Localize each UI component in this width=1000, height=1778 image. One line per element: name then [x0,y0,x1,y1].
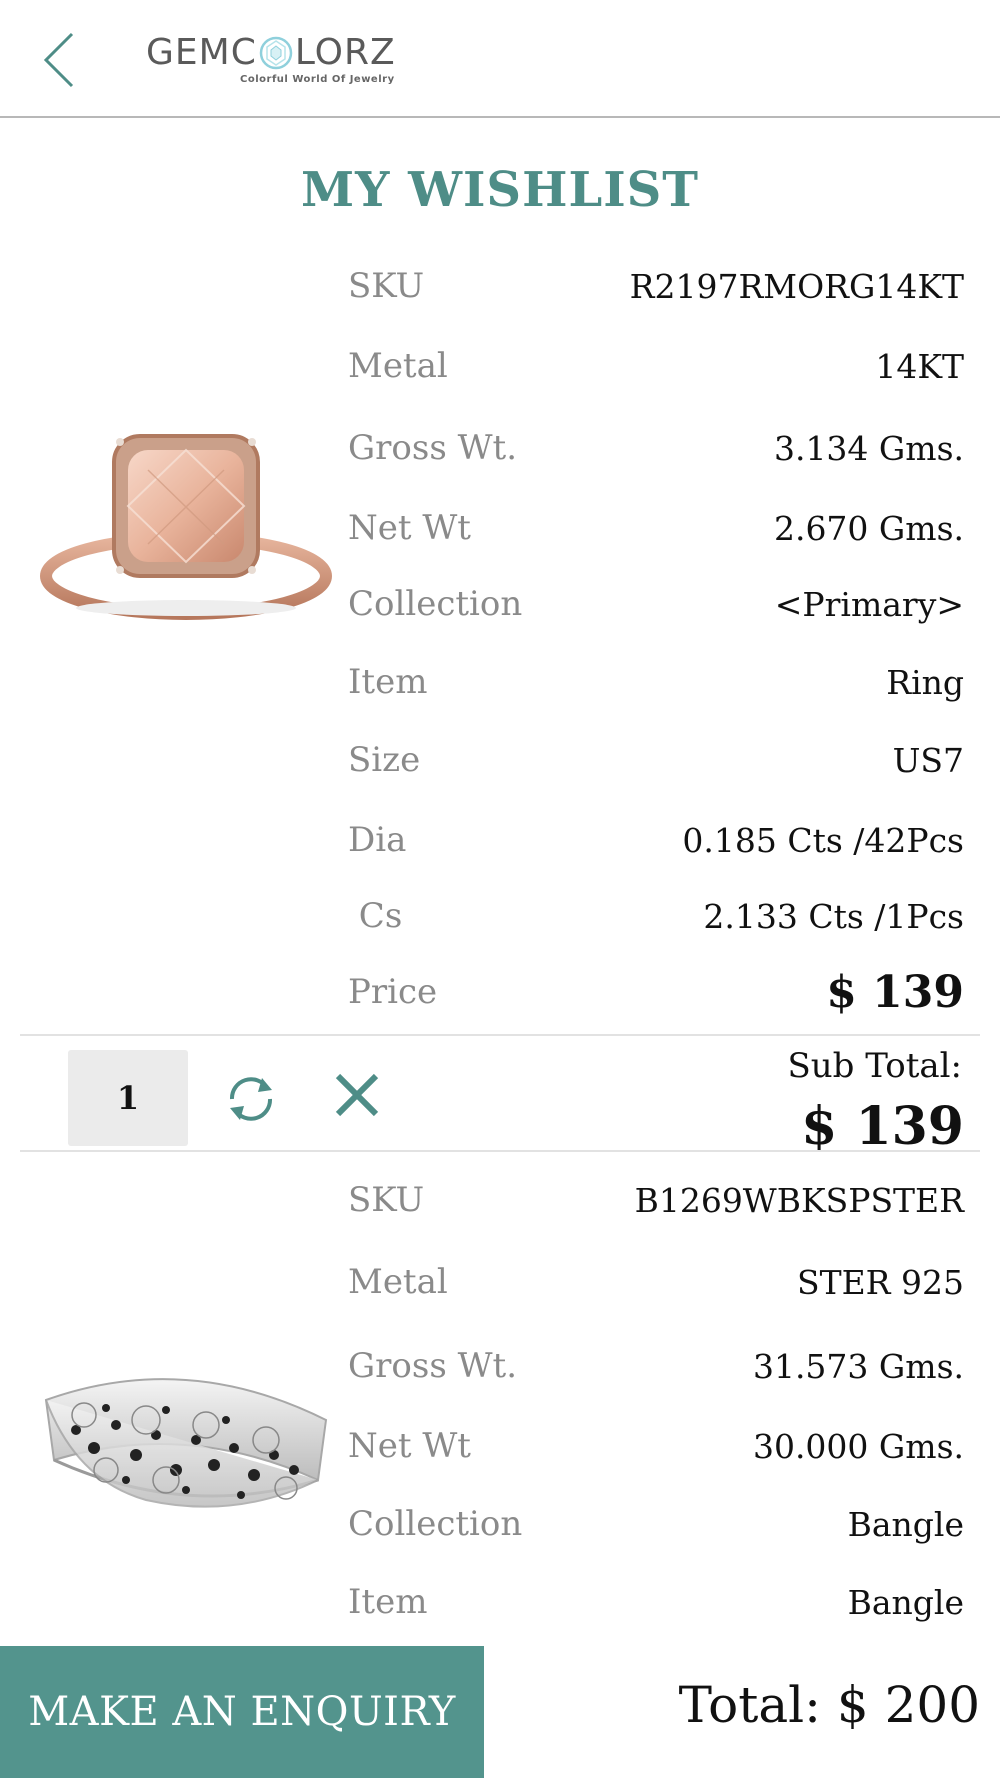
spec-row-price: Price $ 139 [348,962,964,1022]
spec-row-gross-wt: Gross Wt. 3.134 Gms. [348,418,964,478]
spec-value: 2.670 Gms. [773,508,964,548]
spec-value: 2.133 Cts /1Pcs [703,896,964,936]
spec-value: 30.000 Gms. [752,1426,964,1466]
spec-row-metal: Metal STER 925 [348,1252,964,1312]
spec-row-size: Size US7 [348,730,964,790]
spec-row-dia: Dia 0.185 Cts /42Pcs [348,810,964,870]
spec-value: <Primary> [774,584,964,624]
spec-row-net-wt: Net Wt 30.000 Gms. [348,1416,964,1476]
logo-wordmark: GEMC LORZ [146,32,396,73]
quantity-field[interactable]: 1 [68,1050,188,1146]
spec-value: STER 925 [796,1262,964,1302]
spec-label: Net Wt [348,508,471,548]
subtotal-value: $ 139 [801,1096,964,1157]
spec-row-gross-wt: Gross Wt. 31.573 Gms. [348,1336,964,1396]
spec-row-collection: Collection Bangle [348,1494,964,1554]
spec-label: Collection [348,584,523,624]
gem-icon [259,36,293,69]
spec-value: US7 [892,740,964,780]
spec-label: Metal [348,346,448,386]
price-value: $ 139 [826,966,964,1018]
spec-row-sku: SKU B1269WBKSPSTER [348,1170,964,1230]
spec-value: B1269WBKSPSTER [634,1180,964,1220]
spec-row-item: Item Bangle [348,1572,964,1632]
spec-label: Gross Wt. [348,428,518,468]
back-button[interactable] [40,30,80,90]
spec-row-net-wt: Net Wt 2.670 Gms. [348,498,964,558]
spec-value: Bangle [847,1504,964,1544]
spec-row-sku: SKU R2197RMORG14KT [348,256,964,316]
spec-value: 3.134 Gms. [773,428,964,468]
spec-label: Gross Wt. [348,1346,518,1386]
divider [20,1150,980,1152]
app-header: GEMC LORZ Colorful World Of Jewelry [0,0,1000,118]
subtotal-label: Sub Total: [787,1046,962,1086]
brand-logo[interactable]: GEMC LORZ Colorful World Of Jewelry [146,30,406,92]
product-image-ring[interactable] [36,408,336,648]
make-enquiry-button[interactable]: MAKE AN ENQUIRY [0,1646,484,1778]
spec-value: Bangle [847,1582,964,1622]
spec-value: 31.573 Gms. [752,1346,964,1386]
spec-label: Net Wt [348,1426,471,1466]
spec-label: Item [348,1582,428,1622]
spec-label: Metal [348,1262,448,1302]
total-amount: Total: $ 200 [678,1676,980,1734]
item-controls: 1 Sub Total: $ 139 [0,1036,1000,1157]
spec-row-cs: Cs 2.133 Cts /1Pcs [348,886,964,946]
spec-value: R2197RMORG14KT [629,266,964,306]
logo-tagline: Colorful World Of Jewelry [240,74,395,85]
logo-text-right: LORZ [294,32,396,73]
spec-row-collection: Collection <Primary> [348,574,964,634]
footer-bar: MAKE AN ENQUIRY Total: $ 200 [0,1646,1000,1778]
refresh-icon[interactable] [222,1070,280,1128]
spec-label: Collection [348,1504,523,1544]
close-icon[interactable] [332,1070,382,1120]
spec-label: Item [348,662,428,702]
spec-row-item: Item Ring [348,652,964,712]
product-image-bangle[interactable] [36,1330,336,1550]
spec-value: Ring [886,662,964,702]
logo-text-left: GEMC [146,32,257,73]
spec-value: 14KT [875,346,964,386]
spec-label: Dia [348,820,407,860]
spec-row-metal: Metal 14KT [348,336,964,396]
spec-label: Size [348,740,421,780]
chevron-left-icon [43,32,74,88]
spec-label: Cs [348,896,403,936]
spec-label: SKU [348,266,425,306]
spec-label: Price [348,972,438,1012]
spec-value: 0.185 Cts /42Pcs [682,820,964,860]
spec-label: SKU [348,1180,425,1220]
page-title: MY WISHLIST [300,162,700,218]
